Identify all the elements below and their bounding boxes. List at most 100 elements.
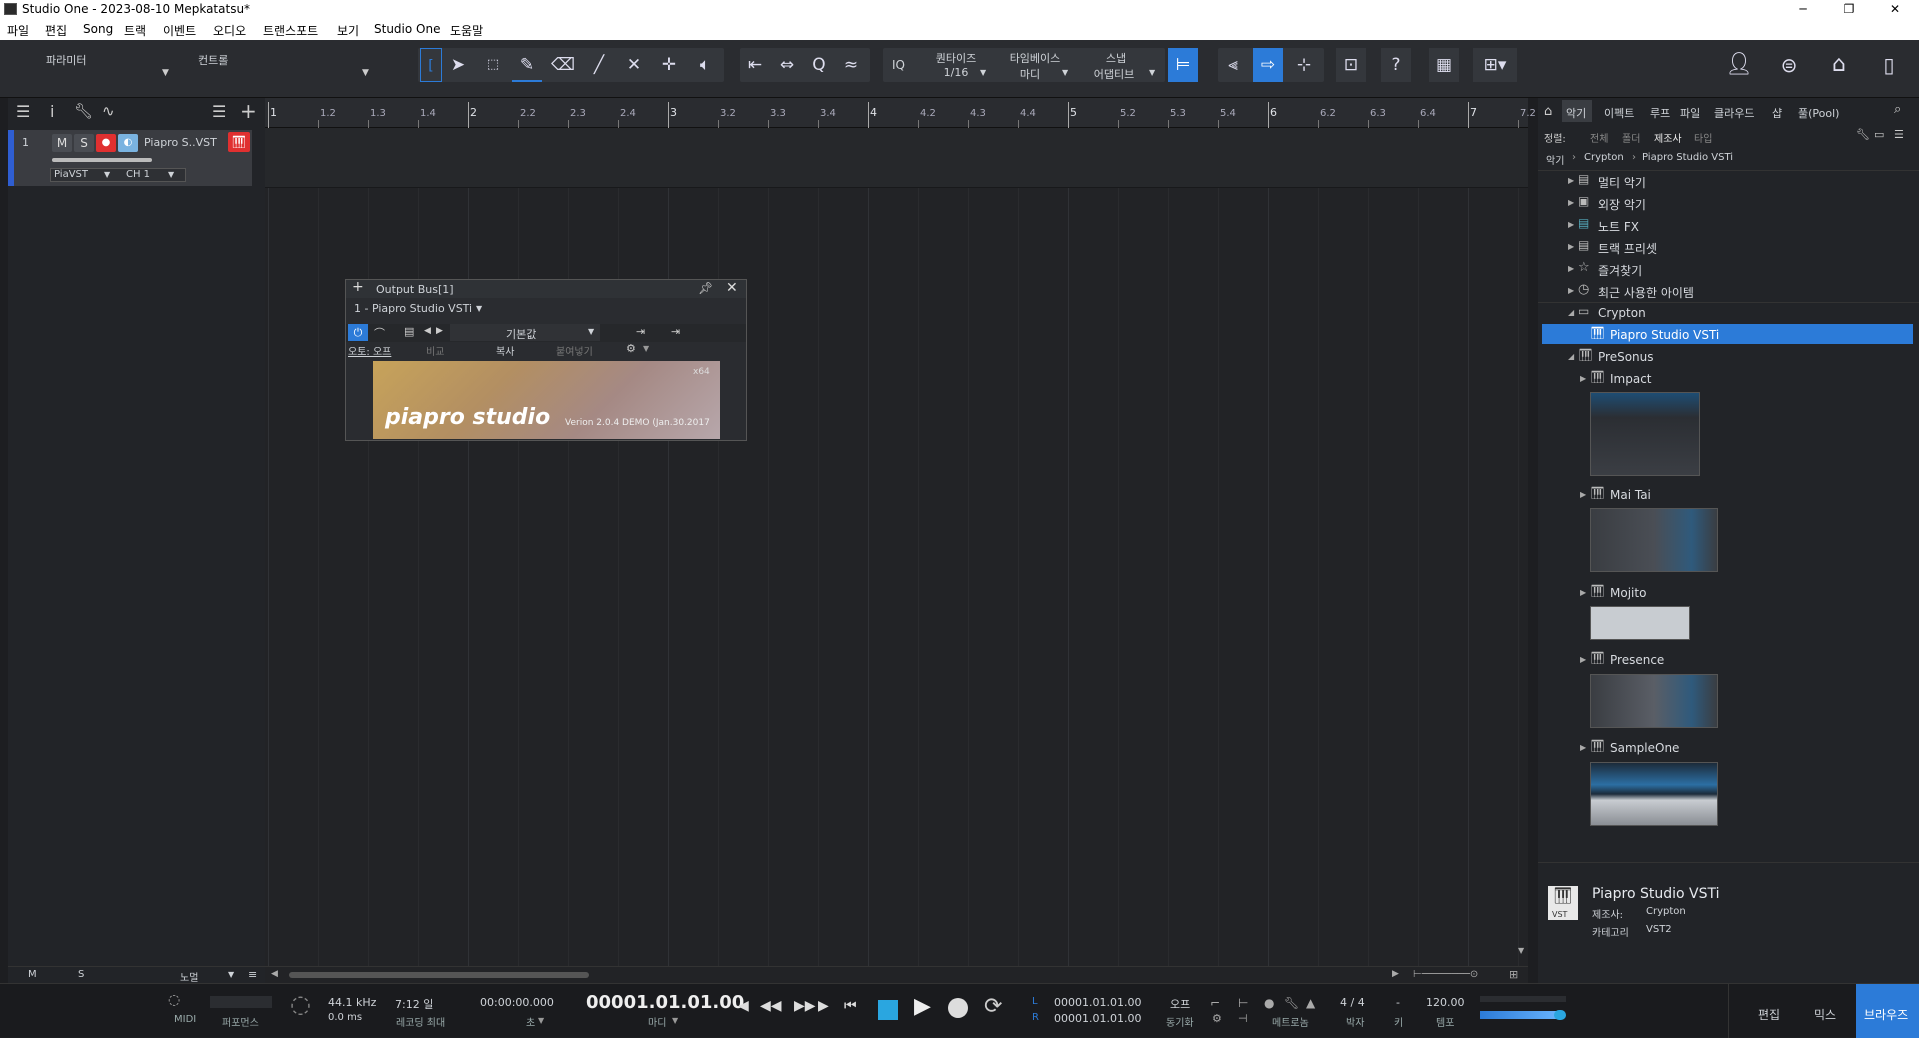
sort-all[interactable]: 전체 — [1590, 130, 1608, 145]
global-solo[interactable]: S — [78, 969, 84, 980]
monitor-icon[interactable]: ◐ — [118, 134, 138, 152]
time-seconds[interactable]: 00:00:00.000 — [480, 996, 554, 1009]
zoom-slider[interactable]: ⊢────────⊙ — [1413, 969, 1499, 981]
zoom-icon[interactable]: Q — [804, 48, 834, 82]
sidechain-icon[interactable]: ⇥ — [636, 325, 645, 338]
breadcrumb-vendor[interactable]: Crypton — [1584, 152, 1624, 163]
tab-instruments[interactable]: 악기 — [1566, 105, 1586, 121]
track-lane[interactable] — [265, 128, 1528, 188]
tab-effects[interactable]: 이펙트 — [1604, 105, 1634, 121]
track-header[interactable]: 1 M S ● ◐ Piapro S..VST 🎹︎ PiaVST ▼ CH 1… — [8, 130, 252, 186]
layout-grid-icon[interactable]: ⊞▾ — [1473, 48, 1517, 82]
time-signature[interactable]: 4 / 4 — [1340, 996, 1365, 1009]
channel-selector[interactable]: CH 1 — [126, 169, 150, 180]
rewind-start-icon[interactable]: ◀ — [738, 998, 749, 1014]
sort-vendor[interactable]: 제조사 — [1654, 130, 1682, 145]
browse-page-button[interactable]: 브라우즈 — [1864, 1006, 1908, 1023]
tab-files[interactable]: 파일 — [1680, 105, 1700, 121]
time-format-dropdown-icon[interactable]: ▼ — [538, 1016, 544, 1025]
add-track-icon[interactable]: + — [240, 99, 257, 123]
menu-song[interactable]: Song — [83, 22, 113, 36]
tree-crypton[interactable]: Crypton — [1598, 306, 1646, 320]
forward-end-icon[interactable]: ▶ — [818, 998, 829, 1014]
menu-event[interactable]: 이벤트 — [163, 22, 196, 39]
stretch-icon[interactable]: ⇔ — [772, 48, 802, 82]
instrument-dropdown-icon[interactable]: ▼ — [104, 170, 110, 179]
tree-presonus[interactable]: PreSonus — [1598, 350, 1654, 364]
plugin-settings-icon[interactable]: ⚙ — [626, 342, 636, 355]
snap-dropdown-icon[interactable]: ▼ — [1149, 68, 1155, 77]
arrow-tool-icon[interactable]: ➤ — [443, 48, 473, 82]
tab-pool[interactable]: 풀(Pool) — [1798, 105, 1839, 121]
go-to-start-icon[interactable]: ⏮︎ — [844, 998, 857, 1014]
channel-dropdown-icon[interactable]: ▼ — [168, 170, 174, 179]
scroll-right-icon[interactable]: ▶ — [1392, 969, 1399, 979]
global-mute[interactable]: M — [28, 969, 37, 980]
autopunch-icon[interactable]: ⊣ — [1238, 1012, 1248, 1025]
timestretch-icon[interactable]: ⫷ — [1218, 48, 1248, 82]
menu-audio[interactable]: 오디오 — [213, 22, 246, 39]
tab-loops[interactable]: 루프 — [1650, 105, 1670, 121]
zoom-fit-icon[interactable]: ⊞ — [1509, 968, 1518, 981]
tab-cloud[interactable]: 클라우드 — [1714, 105, 1754, 121]
preroll-icon[interactable]: ⊢ — [1238, 996, 1248, 1010]
wrench-icon[interactable]: 🔧︎ — [74, 102, 93, 120]
maximize-button[interactable]: ❐ — [1826, 0, 1872, 18]
snapshot-icon[interactable]: ⊡ — [1336, 48, 1366, 82]
iq-button[interactable]: IQ — [892, 58, 905, 72]
sort-type[interactable]: 타입 — [1694, 130, 1712, 145]
view-mode-selector[interactable]: 노멀 — [180, 969, 198, 984]
key-value[interactable]: - — [1396, 996, 1400, 1009]
tree-maitai[interactable]: Mai Tai — [1610, 488, 1651, 502]
rewind-icon[interactable]: ◀◀ — [760, 998, 782, 1014]
sync-value[interactable]: 오프 — [1170, 996, 1190, 1012]
browser-menu-icon[interactable]: ☰ — [1894, 128, 1904, 141]
plugin-add-icon[interactable]: + — [352, 279, 364, 295]
arrange-view[interactable] — [265, 128, 1528, 966]
tree-notefx[interactable]: 노트 FX — [1598, 218, 1639, 235]
plugin-window[interactable]: + Output Bus[1] 📌︎ ✕ 1 - Piapro Studio V… — [345, 279, 747, 441]
mixer-icon[interactable]: ⊜ — [1774, 48, 1804, 82]
close-button[interactable]: ✕ — [1872, 0, 1918, 18]
tree-piapro[interactable]: Piapro Studio VSTi — [1610, 328, 1719, 342]
plugin-ui-image[interactable]: x64 piapro studio Verion 2.0.4 DEMO (Jan… — [373, 361, 720, 439]
paint-tool-icon[interactable]: ╱ — [584, 48, 614, 82]
song-position-label[interactable]: 마디 — [648, 1014, 666, 1029]
horizontal-scrollbar[interactable]: ◀ ▶ ⊢────────⊙ ⊞ — [265, 966, 1528, 983]
range-bracket-icon[interactable]: [ — [420, 48, 442, 82]
record-arm-icon[interactable]: ● — [96, 134, 116, 152]
plugin-titlebar[interactable]: + Output Bus[1] 📌︎ ✕ — [346, 279, 746, 298]
plugin-instance-selector[interactable]: 1 - Piapro Studio VSTi — [354, 302, 472, 315]
sync-settings-icon[interactable]: ⚙ — [1212, 1012, 1222, 1025]
instrument-selector[interactable]: PiaVST — [54, 169, 88, 180]
browser-wrench-icon[interactable]: 🔧︎ — [1856, 128, 1870, 141]
cursor-follow-icon[interactable]: ⊹ — [1289, 48, 1319, 82]
preset-prev-icon[interactable]: ◀ — [424, 326, 431, 336]
scroll-thumb[interactable] — [289, 972, 589, 978]
play-button[interactable]: ▶ — [914, 994, 931, 1019]
loop-start[interactable]: 00001.01.01.00 — [1054, 996, 1141, 1009]
home-icon[interactable]: ⌂ — [1824, 48, 1854, 82]
menu-edit[interactable]: 편집 — [45, 22, 67, 39]
plugin-instance-dropdown-icon[interactable]: ▼ — [476, 304, 482, 313]
maitai-thumbnail[interactable] — [1590, 508, 1718, 572]
time-seconds-label[interactable]: 초 — [526, 1014, 535, 1029]
nudge-left-icon[interactable]: ⇤ — [740, 48, 770, 82]
compare-button[interactable]: 비교 — [426, 343, 444, 358]
range-tool-icon[interactable]: ⬚ — [478, 48, 508, 82]
tree-presence[interactable]: Presence — [1610, 653, 1664, 667]
tree-multi[interactable]: 멀티 악기 — [1598, 174, 1646, 191]
record-button[interactable] — [948, 998, 968, 1018]
plugin-close-icon[interactable]: ✕ — [726, 280, 738, 296]
tree-favorites[interactable]: 즐겨찾기 — [1598, 262, 1642, 279]
menu-track[interactable]: 트랙 — [124, 22, 146, 39]
pencil-tool-icon[interactable]: ✎ — [512, 48, 542, 82]
tree-mojito[interactable]: Mojito — [1610, 586, 1646, 600]
timeline-ruler[interactable]: 1 1.2 1.3 1.4 2 2.2 2.3 2.4 3 3.2 3.3 3.4 4 4.2 4.3 4.4… — [265, 98, 1536, 128]
mute-tool-icon[interactable]: ✕ — [619, 48, 649, 82]
quantize-value[interactable]: 1/16 — [932, 66, 980, 79]
sampleone-thumbnail[interactable] — [1590, 762, 1718, 826]
browser-home-icon[interactable]: ⌂ — [1544, 104, 1552, 119]
param-dropdown-icon[interactable]: ▼ — [162, 68, 169, 78]
video-icon[interactable]: ▦ — [1429, 48, 1459, 82]
